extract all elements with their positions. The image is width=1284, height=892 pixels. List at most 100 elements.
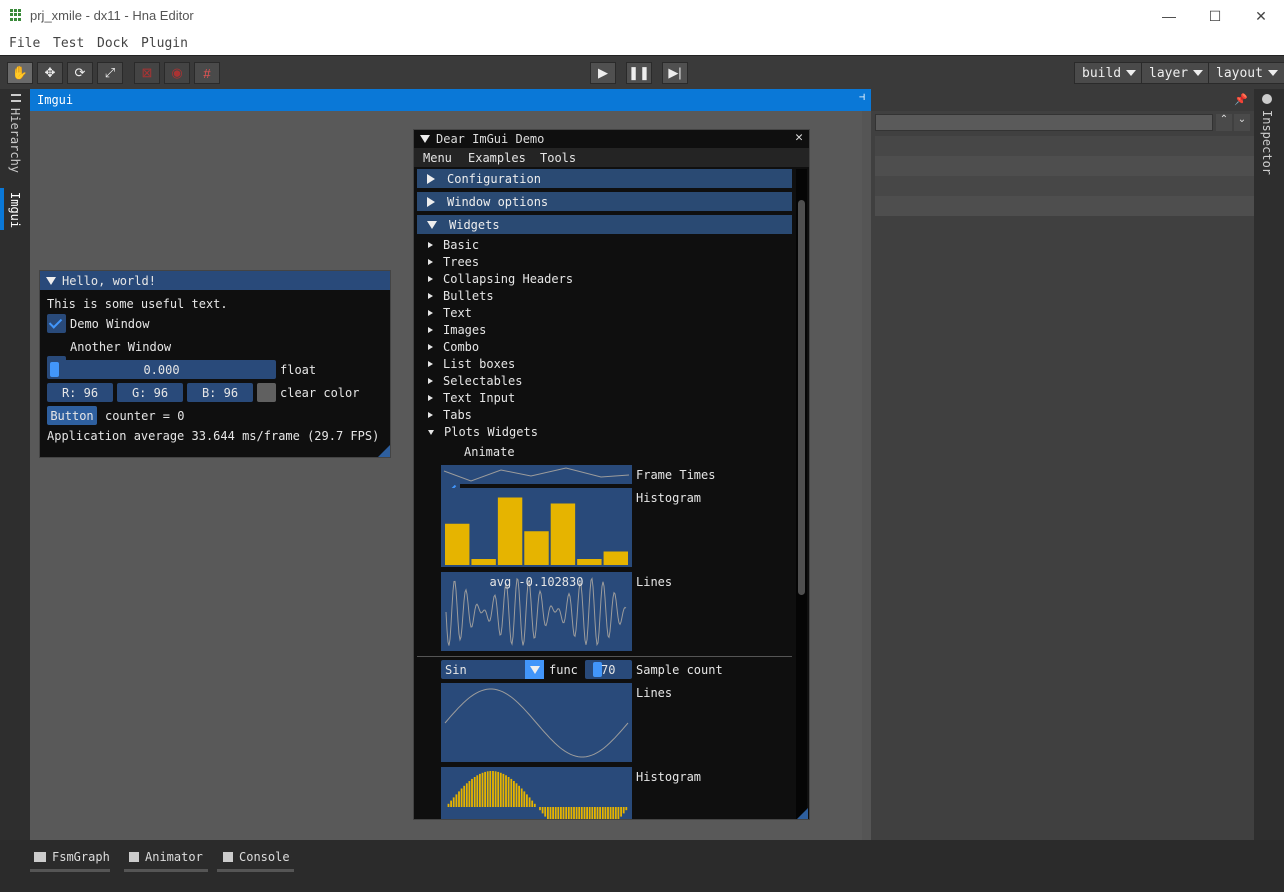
tree-node-label: Tabs <box>443 408 472 422</box>
sin-histogram-bar <box>580 807 583 819</box>
collapse-icon[interactable] <box>46 276 56 285</box>
expand-all-icon[interactable]: ⌄ <box>1234 114 1250 131</box>
close-button[interactable]: ✕ <box>1238 0 1284 32</box>
func-combo[interactable]: Sin <box>441 660 544 679</box>
button[interactable]: Button <box>47 406 97 425</box>
imgui-panel-scrollbar[interactable] <box>862 111 871 840</box>
menu-test[interactable]: Test <box>53 36 84 51</box>
minimize-button[interactable]: — <box>1146 0 1192 32</box>
pin-icon[interactable]: ⊣ <box>859 92 865 103</box>
play-icon[interactable]: ▶ <box>590 62 616 84</box>
build-dropdown[interactable]: build <box>1074 62 1145 84</box>
collapse-icon[interactable] <box>420 135 430 143</box>
grid-snap-icon[interactable]: # <box>194 62 220 84</box>
tree-node-list-boxes[interactable]: List boxes <box>428 357 515 371</box>
pivot-icon[interactable]: ◉ <box>164 62 190 84</box>
clear-color-label: clear color <box>280 386 360 400</box>
tree-node-plots-widgets[interactable]: Plots Widgets <box>428 425 538 439</box>
demo-menu-tools[interactable]: Tools <box>540 151 576 165</box>
tree-node-combo[interactable]: Combo <box>428 340 479 354</box>
hello-window-title: Hello, world! <box>62 273 156 288</box>
close-icon[interactable]: ✕ <box>795 130 803 145</box>
tree-node-tabs[interactable]: Tabs <box>428 408 472 422</box>
sin-histogram-bar <box>523 791 526 807</box>
tree-node-label: Text Input <box>443 391 516 405</box>
color-swatch[interactable] <box>257 383 276 402</box>
tree-node-basic[interactable]: Basic <box>428 238 479 252</box>
tree-node-label: Bullets <box>443 289 494 303</box>
frame-times-plot[interactable] <box>441 465 632 484</box>
tree-node-trees[interactable]: Trees <box>428 255 479 269</box>
header-window-options[interactable]: Window options <box>417 192 792 211</box>
collapse-all-icon[interactable]: ⌃ <box>1216 114 1232 131</box>
sample-count-slider[interactable]: 70 <box>585 660 632 679</box>
demo-window-titlebar[interactable]: Dear ImGui Demo ✕ <box>414 130 809 148</box>
inspector-row <box>875 196 1254 216</box>
header-configuration[interactable]: Configuration <box>417 169 792 188</box>
tab-console-label: Console <box>239 850 290 864</box>
tab-hierarchy[interactable]: Hierarchy <box>8 108 22 173</box>
tree-node-label: Basic <box>443 238 480 252</box>
color-b-field[interactable]: B: 96 <box>187 383 253 402</box>
move-tool-icon[interactable]: ✥ <box>37 62 63 84</box>
tree-node-selectables[interactable]: Selectables <box>428 374 522 388</box>
tree-node-text[interactable]: Text <box>428 306 472 320</box>
imgui-panel-header: Imgui ⊣ <box>30 89 871 111</box>
tab-console[interactable]: Console <box>217 846 294 872</box>
tree-node-images[interactable]: Images <box>428 323 486 337</box>
menu-dock[interactable]: Dock <box>97 36 128 51</box>
sin-histogram-plot[interactable] <box>441 767 632 819</box>
demo-menu-menu[interactable]: Menu <box>423 151 452 165</box>
resize-grip[interactable] <box>797 808 808 819</box>
demo-scrollbar-thumb[interactable] <box>798 200 805 595</box>
tree-node-text-input[interactable]: Text Input <box>428 391 515 405</box>
sin-histogram-bar <box>544 807 547 817</box>
histogram-plot[interactable] <box>441 488 632 567</box>
another-window-label: Another Window <box>70 340 172 354</box>
inspector-search-input[interactable] <box>875 114 1213 131</box>
hello-window-titlebar[interactable]: Hello, world! <box>40 271 390 290</box>
hand-tool-icon[interactable]: ✋ <box>7 62 33 84</box>
tree-node-label: Text <box>443 306 472 320</box>
step-icon[interactable]: ▶| <box>662 62 688 84</box>
histogram-label: Histogram <box>636 491 702 505</box>
rotate-tool-icon[interactable]: ⟳ <box>67 62 93 84</box>
arrow-right-icon <box>428 242 433 248</box>
pause-icon[interactable]: ❚❚ <box>626 62 652 84</box>
layer-dropdown[interactable]: layer <box>1141 62 1212 84</box>
header-widgets[interactable]: Widgets <box>417 215 792 234</box>
sin-histogram-bar <box>481 772 484 807</box>
tree-node-bullets[interactable]: Bullets <box>428 289 494 303</box>
tab-fsmgraph[interactable]: FsmGraph <box>30 846 110 872</box>
document-icon <box>223 852 233 862</box>
resize-grip[interactable] <box>378 445 390 457</box>
color-g-field[interactable]: G: 96 <box>117 383 183 402</box>
layout-dropdown[interactable]: layout <box>1208 62 1284 84</box>
sin-histogram-bar <box>541 807 544 814</box>
local-space-icon[interactable]: ⊠ <box>134 62 160 84</box>
menu-plugin[interactable]: Plugin <box>141 36 188 51</box>
pin-icon[interactable]: 📌 <box>1234 93 1248 106</box>
maximize-button[interactable]: ☐ <box>1192 0 1238 32</box>
arrow-right-icon <box>428 327 433 333</box>
tab-animator[interactable]: Animator <box>124 846 208 872</box>
arrow-right-icon <box>428 293 433 299</box>
demo-menu-examples[interactable]: Examples <box>468 151 526 165</box>
sin-lines-plot[interactable] <box>441 683 632 762</box>
tree-node-label: Combo <box>443 340 480 354</box>
tree-node-collapsing-headers[interactable]: Collapsing Headers <box>428 272 573 286</box>
demo-window-title: Dear ImGui Demo <box>436 132 545 146</box>
scale-tool-icon[interactable]: ⤢ <box>97 62 123 84</box>
inspector-row <box>875 156 1254 176</box>
demo-window-checkbox[interactable] <box>47 314 66 333</box>
app-icon <box>10 9 22 21</box>
menu-file[interactable]: File <box>9 36 40 51</box>
color-r-field[interactable]: R: 96 <box>47 383 113 402</box>
arrow-right-icon <box>428 361 433 367</box>
tab-inspector[interactable]: Inspector <box>1260 110 1274 175</box>
sin-histogram-bar <box>458 791 460 807</box>
tab-imgui[interactable]: Imgui <box>8 192 22 228</box>
build-label: build <box>1082 65 1122 81</box>
sin-histogram-bar <box>570 807 573 819</box>
combo-arrow[interactable] <box>525 660 544 679</box>
